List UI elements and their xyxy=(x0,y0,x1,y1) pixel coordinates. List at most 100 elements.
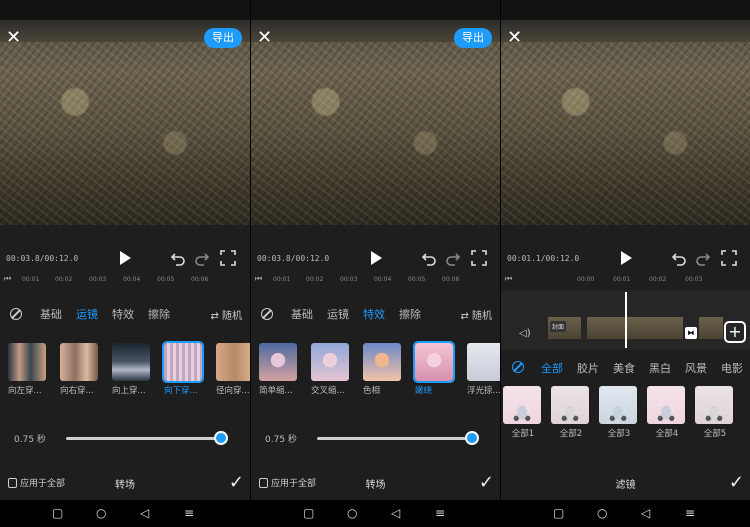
ruler-tick: 00:02 xyxy=(306,276,324,283)
slider-knob[interactable] xyxy=(465,431,479,445)
play-icon[interactable] xyxy=(368,250,384,266)
transition-item[interactable]: 色相 xyxy=(363,343,403,401)
tab-landscape[interactable]: 风景 xyxy=(685,360,707,376)
close-icon[interactable]: ✕ xyxy=(257,29,273,47)
undo-icon[interactable] xyxy=(421,250,437,266)
fullscreen-icon[interactable] xyxy=(220,250,236,266)
tab-camera[interactable]: 运镜 xyxy=(327,306,349,322)
recents-square-icon[interactable]: ▢ xyxy=(303,506,314,520)
filter-item[interactable]: 全部1 xyxy=(503,386,543,444)
menu-lines-icon[interactable]: ≡ xyxy=(184,506,194,520)
menu-lines-icon[interactable]: ≡ xyxy=(435,506,445,520)
transition-item[interactable]: 交叉缩... xyxy=(311,343,351,401)
back-triangle-icon[interactable]: ◁ xyxy=(641,506,650,520)
cover-tag[interactable]: 封面 xyxy=(550,321,567,332)
fullscreen-icon[interactable] xyxy=(471,250,487,266)
home-circle-icon[interactable]: ○ xyxy=(96,506,106,520)
tab-all[interactable]: 全部 xyxy=(541,360,563,376)
duration-slider[interactable] xyxy=(66,431,228,445)
tab-wipe[interactable]: 擦除 xyxy=(399,306,421,322)
menu-lines-icon[interactable]: ≡ xyxy=(685,506,695,520)
transition-label: 交叉缩... xyxy=(311,386,345,396)
filter-item[interactable]: 全部4 xyxy=(647,386,687,444)
ruler-tick: 00:05 xyxy=(157,276,175,283)
back-triangle-icon[interactable]: ◁ xyxy=(391,506,400,520)
transition-label: 浮光掠... xyxy=(467,386,500,396)
play-icon[interactable] xyxy=(618,250,634,266)
tab-basic[interactable]: 基础 xyxy=(40,306,62,322)
transition-item-selected[interactable]: 向下穿... xyxy=(162,341,204,401)
video-clip[interactable] xyxy=(587,317,683,339)
close-icon[interactable]: ✕ xyxy=(6,29,22,47)
transition-label: 色相 xyxy=(363,386,381,396)
transition-label: 向下穿... xyxy=(164,386,198,396)
no-filter-icon[interactable] xyxy=(512,361,524,373)
export-button[interactable]: 导出 xyxy=(204,28,242,48)
play-icon[interactable] xyxy=(117,250,133,266)
tab-film[interactable]: 胶片 xyxy=(577,360,599,376)
add-clip-button[interactable]: + xyxy=(724,321,746,343)
tab-bw[interactable]: 黑白 xyxy=(649,360,671,376)
playhead[interactable] xyxy=(625,292,627,348)
back-triangle-icon[interactable]: ◁ xyxy=(140,506,149,520)
start-marker-icon: ⏮ xyxy=(4,274,12,283)
status-bar xyxy=(251,0,500,20)
timeline-ruler[interactable]: ⏮ 00:00 00:01 00:02 00:03 xyxy=(501,273,750,287)
playback-controls: 00:03.8/00:12.0 xyxy=(0,246,250,272)
tab-effects[interactable]: 特效 xyxy=(363,306,385,322)
filter-item[interactable]: 全部3 xyxy=(599,386,639,444)
fullscreen-icon[interactable] xyxy=(721,250,737,266)
random-button[interactable]: ⇄ 随机 xyxy=(460,307,492,322)
video-preview xyxy=(501,20,750,225)
timeline-ruler[interactable]: ⏮ 00:01 00:02 00:03 00:04 00:05 00:06 xyxy=(0,273,250,287)
transition-item[interactable]: 向左穿... xyxy=(8,343,48,401)
recents-square-icon[interactable]: ▢ xyxy=(52,506,63,520)
slider-knob[interactable] xyxy=(214,431,228,445)
duration-slider[interactable] xyxy=(317,431,479,445)
tab-food[interactable]: 美食 xyxy=(613,360,635,376)
redo-icon[interactable] xyxy=(445,250,461,266)
filter-thumbnail xyxy=(647,386,685,424)
filter-item[interactable]: 全部5 xyxy=(695,386,735,444)
transition-item[interactable]: 浮光掠... xyxy=(467,343,500,401)
home-circle-icon[interactable]: ○ xyxy=(347,506,357,520)
confirm-check-icon[interactable]: ✓ xyxy=(229,472,244,493)
export-button[interactable]: 导出 xyxy=(454,28,492,48)
tab-movie[interactable]: 电影 xyxy=(721,360,743,376)
close-icon[interactable]: ✕ xyxy=(507,29,523,47)
transition-item-selected[interactable]: 嫩绕 xyxy=(413,341,455,401)
filter-item[interactable]: 全部2 xyxy=(551,386,591,444)
random-button[interactable]: ⇄ 随机 xyxy=(210,307,242,322)
confirm-check-icon[interactable]: ✓ xyxy=(729,472,744,493)
transition-thumbnail xyxy=(112,343,150,381)
redo-icon[interactable] xyxy=(194,250,210,266)
confirm-check-icon[interactable]: ✓ xyxy=(479,472,494,493)
speaker-icon[interactable]: ◁) xyxy=(519,328,531,339)
recents-square-icon[interactable]: ▢ xyxy=(553,506,564,520)
transition-item[interactable]: 向右穿... xyxy=(60,343,100,401)
video-clip[interactable] xyxy=(699,317,723,339)
timeline-ruler[interactable]: ⏮ 00:01 00:02 00:03 00:04 00:05 00:06 xyxy=(251,273,500,287)
transition-item[interactable]: 径向穿... xyxy=(216,343,250,401)
filter-label: 全部2 xyxy=(559,429,583,439)
undo-icon[interactable] xyxy=(671,250,687,266)
duration-label: 0.75 秒 xyxy=(14,435,46,445)
transition-label: 嫩绕 xyxy=(415,386,433,396)
transition-thumbnail xyxy=(162,341,204,383)
filter-list: 全部1 全部2 全部3 全部4 全部5 xyxy=(501,386,750,444)
tab-camera[interactable]: 运镜 xyxy=(76,306,98,322)
no-transition-icon[interactable] xyxy=(10,308,22,320)
redo-icon[interactable] xyxy=(695,250,711,266)
transition-item[interactable]: 向上穿... xyxy=(112,343,152,401)
undo-icon[interactable] xyxy=(170,250,186,266)
home-circle-icon[interactable]: ○ xyxy=(597,506,607,520)
tab-basic[interactable]: 基础 xyxy=(291,306,313,322)
tab-wipe[interactable]: 擦除 xyxy=(148,306,170,322)
no-transition-icon[interactable] xyxy=(261,308,273,320)
transition-label: 向上穿... xyxy=(112,386,146,396)
tab-effects[interactable]: 特效 xyxy=(112,306,134,322)
panel-title: 转场 xyxy=(115,480,135,491)
shuffle-icon: ⇄ xyxy=(210,311,222,322)
transition-marker-icon[interactable]: ⧓ xyxy=(685,327,697,339)
transition-item[interactable]: 简单缩... xyxy=(259,343,299,401)
